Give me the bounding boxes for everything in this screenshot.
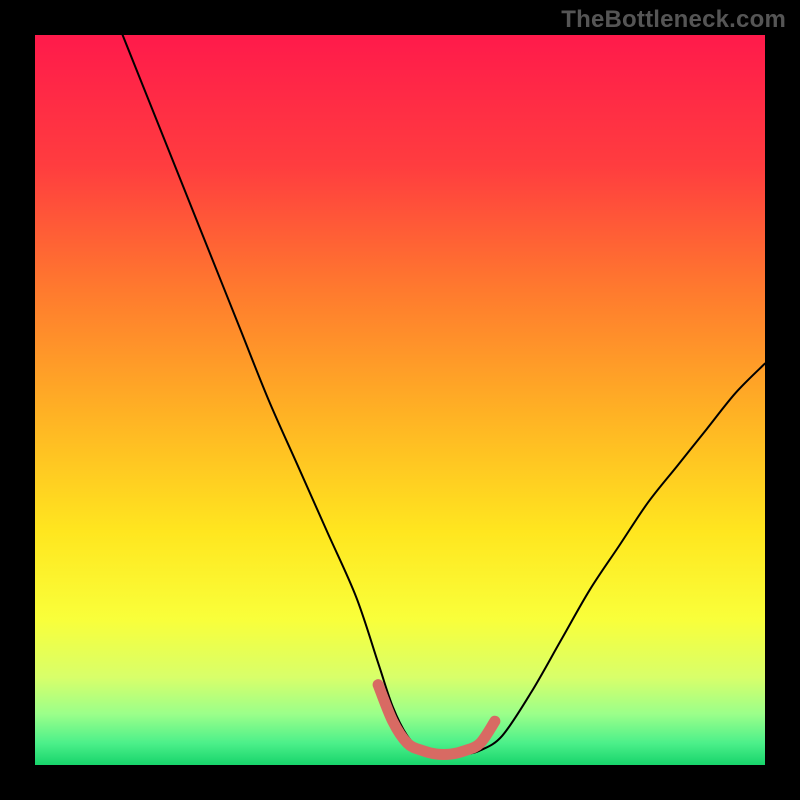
chart-frame: TheBottleneck.com: [0, 0, 800, 800]
watermark-text: TheBottleneck.com: [561, 6, 786, 34]
plot-area: [35, 35, 765, 765]
trough-highlight: [35, 35, 765, 765]
